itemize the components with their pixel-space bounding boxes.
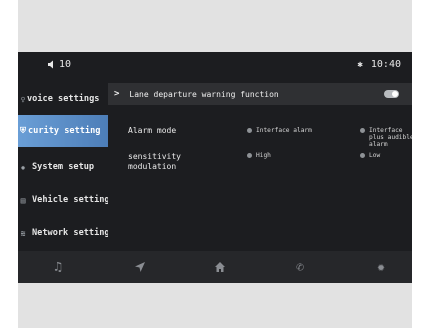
gear-icon: ✹ xyxy=(20,162,26,172)
settings-button[interactable]: ✹ xyxy=(361,251,401,283)
wifi-icon: ≋ xyxy=(20,228,26,238)
lane-departure-row[interactable]: > Lane departure warning function xyxy=(108,83,412,105)
music-button[interactable]: ♫ xyxy=(38,251,78,283)
sensitivity-option-high[interactable]: High xyxy=(247,152,271,159)
head-unit-screen: 10 ✱ 10:40 ♀ voice settings ⛨ curity set… xyxy=(18,52,412,283)
status-right: ✱ 10:40 xyxy=(357,59,401,70)
sidebar-item-label: Vehicle setting xyxy=(32,195,108,205)
sidebar-item-label: curity setting xyxy=(28,126,101,136)
alarm-option-interface-audible[interactable]: Interface plus audible alarm xyxy=(360,127,412,148)
sidebar-item-system[interactable]: ✹ System setup xyxy=(18,151,108,183)
radio-icon xyxy=(247,153,252,158)
lane-departure-label: Lane departure warning function xyxy=(129,89,279,99)
home-button[interactable] xyxy=(200,251,240,283)
sidebar-item-security[interactable]: ⛨ curity setting xyxy=(18,115,108,147)
radio-icon xyxy=(247,128,252,133)
sidebar-item-label: Network settings xyxy=(32,228,108,238)
volume-icon xyxy=(48,60,53,69)
radio-icon xyxy=(360,153,365,158)
navigation-button[interactable] xyxy=(120,251,160,283)
car-icon: ▤ xyxy=(20,195,26,205)
settings-icon: ✹ xyxy=(377,259,385,275)
sidebar-item-network[interactable]: ≋ Network settings xyxy=(18,217,108,249)
sidebar-item-voice[interactable]: ♀ voice settings xyxy=(18,83,108,115)
sensitivity-label: sensitivity modulation xyxy=(128,152,181,171)
settings-content: > Lane departure warning function Alarm … xyxy=(108,83,412,251)
music-icon: ♫ xyxy=(54,259,62,275)
status-bar: 10 ✱ 10:40 xyxy=(18,52,412,79)
bluetooth-icon: ✱ xyxy=(357,59,363,70)
lane-departure-toggle[interactable] xyxy=(384,90,399,98)
home-icon xyxy=(215,262,225,272)
navigation-icon xyxy=(135,262,145,272)
bottom-dock: ♫ ✆ ✹ xyxy=(18,251,412,283)
sensitivity-option-low[interactable]: Low xyxy=(360,152,380,159)
alarm-option-interface[interactable]: Interface alarm xyxy=(247,127,312,134)
alarm-mode-label: Alarm mode xyxy=(128,126,177,135)
shield-icon: ⛨ xyxy=(20,126,26,135)
clock: 10:40 xyxy=(370,59,401,70)
settings-sidebar: ♀ voice settings ⛨ curity setting ✹ Syst… xyxy=(18,83,108,251)
sidebar-item-label: voice settings xyxy=(27,94,100,104)
sidebar-item-vehicle[interactable]: ▤ Vehicle setting xyxy=(18,184,108,216)
volume-indicator: 10 xyxy=(48,59,71,70)
phone-button[interactable]: ✆ xyxy=(280,251,320,283)
volume-level: 10 xyxy=(59,59,72,70)
chevron-right-icon: > xyxy=(114,89,120,99)
sidebar-item-label: System setup xyxy=(32,162,95,172)
phone-icon: ✆ xyxy=(296,259,304,275)
radio-icon xyxy=(360,128,365,133)
